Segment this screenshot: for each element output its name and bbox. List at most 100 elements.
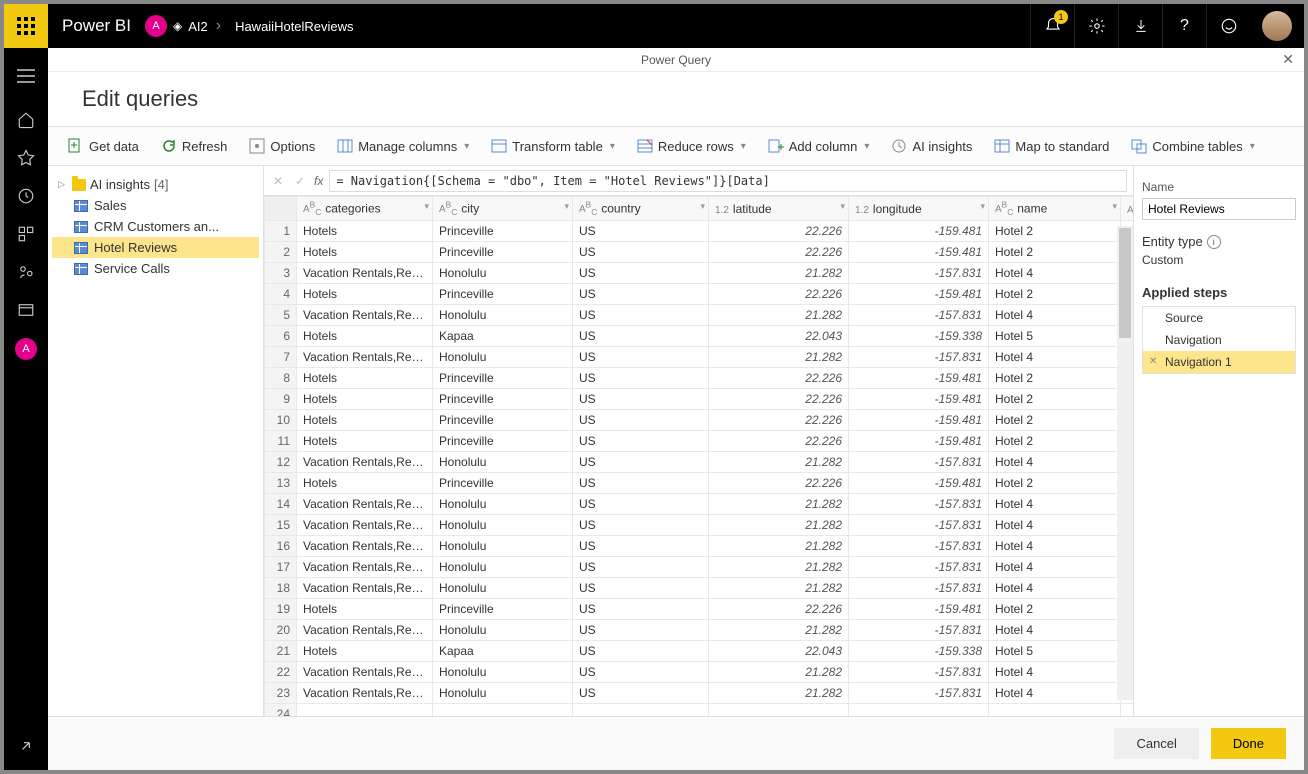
cell[interactable]: -159.481	[849, 368, 989, 389]
cell[interactable]: Hotel 2	[989, 431, 1121, 452]
cell[interactable]: US	[573, 683, 709, 704]
transform-table-button[interactable]: Transform table▾	[485, 134, 621, 158]
row-header-corner[interactable]	[265, 197, 297, 221]
row-number[interactable]: 21	[265, 641, 297, 662]
user-avatar[interactable]	[1262, 11, 1292, 41]
nav-favorites[interactable]	[16, 148, 36, 168]
cell[interactable]: Hotel 4	[989, 452, 1121, 473]
table-row[interactable]: 17Vacation Rentals,Resorts &...HonoluluU…	[265, 557, 1134, 578]
cell[interactable]: 21.282	[709, 347, 849, 368]
row-number[interactable]: 10	[265, 410, 297, 431]
table-row[interactable]: 2HotelsPrincevilleUS22.226-159.481Hotel …	[265, 242, 1134, 263]
cell[interactable]: 21.282	[709, 620, 849, 641]
cell[interactable]: -157.831	[849, 662, 989, 683]
table-row[interactable]: 20Vacation Rentals,Resorts &...HonoluluU…	[265, 620, 1134, 641]
cell[interactable]: Princeville	[433, 431, 573, 452]
cell[interactable]: US	[573, 662, 709, 683]
cell[interactable]: Hotel 4	[989, 557, 1121, 578]
cell[interactable]: US	[573, 242, 709, 263]
column-header[interactable]: 1.2longitude▾	[849, 197, 989, 221]
workspace-avatar[interactable]: A	[145, 15, 167, 37]
cell[interactable]: -157.831	[849, 305, 989, 326]
cell[interactable]: -159.481	[849, 431, 989, 452]
cell[interactable]: Hotel 4	[989, 683, 1121, 704]
table-row[interactable]: 8HotelsPrincevilleUS22.226-159.481Hotel …	[265, 368, 1134, 389]
current-workspace-pill[interactable]: A	[15, 338, 37, 360]
cell[interactable]: Hotel 2	[989, 221, 1121, 242]
cell[interactable]: Honolulu	[433, 620, 573, 641]
nav-shared[interactable]	[16, 262, 36, 282]
cell[interactable]: Hotel 4	[989, 662, 1121, 683]
cell[interactable]: Princeville	[433, 410, 573, 431]
column-dropdown-icon[interactable]: ▾	[700, 201, 705, 212]
cell[interactable]: US	[573, 620, 709, 641]
cell[interactable]: 22.226	[709, 389, 849, 410]
row-number[interactable]: 12	[265, 452, 297, 473]
cell[interactable]: Princeville	[433, 221, 573, 242]
query-item[interactable]: Hotel Reviews	[52, 237, 259, 258]
cell[interactable]: Vacation Rentals,Resorts &...	[297, 494, 433, 515]
row-number[interactable]: 18	[265, 578, 297, 599]
cell[interactable]: Hotel 4	[989, 494, 1121, 515]
cell[interactable]: Hotel 5	[989, 326, 1121, 347]
cell[interactable]: US	[573, 263, 709, 284]
table-row[interactable]: 16Vacation Rentals,Resorts &...HonoluluU…	[265, 536, 1134, 557]
combine-tables-button[interactable]: Combine tables▾	[1125, 134, 1260, 158]
cell[interactable]: -157.831	[849, 515, 989, 536]
cell[interactable]: US	[573, 326, 709, 347]
cell[interactable]: -157.831	[849, 557, 989, 578]
row-number[interactable]: 9	[265, 389, 297, 410]
cell[interactable]: Princeville	[433, 599, 573, 620]
table-row[interactable]: 12Vacation Rentals,Resorts &...HonoluluU…	[265, 452, 1134, 473]
row-number[interactable]: 3	[265, 263, 297, 284]
column-header[interactable]: ABCcountry▾	[573, 197, 709, 221]
breadcrumb-item[interactable]: HawaiiHotelReviews	[235, 19, 354, 34]
formula-cancel-button[interactable]: ✕	[270, 174, 286, 188]
cell[interactable]: -157.831	[849, 683, 989, 704]
row-number[interactable]: 13	[265, 473, 297, 494]
table-row[interactable]: 3Vacation Rentals,Resorts &...HonoluluUS…	[265, 263, 1134, 284]
table-row[interactable]: 1HotelsPrincevilleUS22.226-159.481Hotel …	[265, 221, 1134, 242]
cell[interactable]: Hotels	[297, 431, 433, 452]
cell[interactable]: Hotel 4	[989, 263, 1121, 284]
column-header[interactable]: ABCcategories▾	[297, 197, 433, 221]
queries-folder[interactable]: ▷ AI insights [4]	[52, 174, 259, 195]
table-row[interactable]: 11HotelsPrincevilleUS22.226-159.481Hotel…	[265, 431, 1134, 452]
column-header[interactable]: 1.2latitude▾	[709, 197, 849, 221]
options-button[interactable]: Options	[243, 134, 321, 158]
cell[interactable]: Hotel 2	[989, 368, 1121, 389]
cell[interactable]: Princeville	[433, 389, 573, 410]
formula-input[interactable]: = Navigation{[Schema = "dbo", Item = "Ho…	[329, 170, 1127, 192]
cell[interactable]: -159.481	[849, 410, 989, 431]
cell[interactable]: US	[573, 641, 709, 662]
table-row[interactable]: 6HotelsKapaaUS22.043-159.338Hotel 5	[265, 326, 1134, 347]
column-dropdown-icon[interactable]: ▾	[424, 201, 429, 212]
table-row[interactable]: 18Vacation Rentals,Resorts &...HonoluluU…	[265, 578, 1134, 599]
cell[interactable]: Hotel 4	[989, 620, 1121, 641]
cell[interactable]: Honolulu	[433, 515, 573, 536]
cell[interactable]: Honolulu	[433, 347, 573, 368]
table-row[interactable]: 21HotelsKapaaUS22.043-159.338Hotel 5	[265, 641, 1134, 662]
cell[interactable]: Hotels	[297, 410, 433, 431]
cell[interactable]: Kapaa	[433, 326, 573, 347]
cancel-button[interactable]: Cancel	[1114, 728, 1198, 759]
row-number[interactable]: 11	[265, 431, 297, 452]
cell[interactable]: 22.226	[709, 473, 849, 494]
nav-recent[interactable]	[16, 186, 36, 206]
cell[interactable]: Hotel 4	[989, 515, 1121, 536]
cell[interactable]: Vacation Rentals,Resorts &...	[297, 263, 433, 284]
row-number[interactable]: 6	[265, 326, 297, 347]
cell[interactable]: Hotel 4	[989, 347, 1121, 368]
table-row[interactable]: 7Vacation Rentals,Resorts &...HonoluluUS…	[265, 347, 1134, 368]
row-number[interactable]: 16	[265, 536, 297, 557]
cell[interactable]: Honolulu	[433, 536, 573, 557]
table-row[interactable]: 22Vacation Rentals,Resorts &...HonoluluU…	[265, 662, 1134, 683]
vertical-scrollbar[interactable]	[1117, 226, 1133, 700]
done-button[interactable]: Done	[1211, 728, 1286, 759]
cell[interactable]: Hotels	[297, 221, 433, 242]
cell[interactable]: 21.282	[709, 662, 849, 683]
cell[interactable]: 22.043	[709, 326, 849, 347]
table-row[interactable]: 5Vacation Rentals,Resorts &...HonoluluUS…	[265, 305, 1134, 326]
cell[interactable]: Princeville	[433, 368, 573, 389]
cell[interactable]: Hotel 2	[989, 389, 1121, 410]
